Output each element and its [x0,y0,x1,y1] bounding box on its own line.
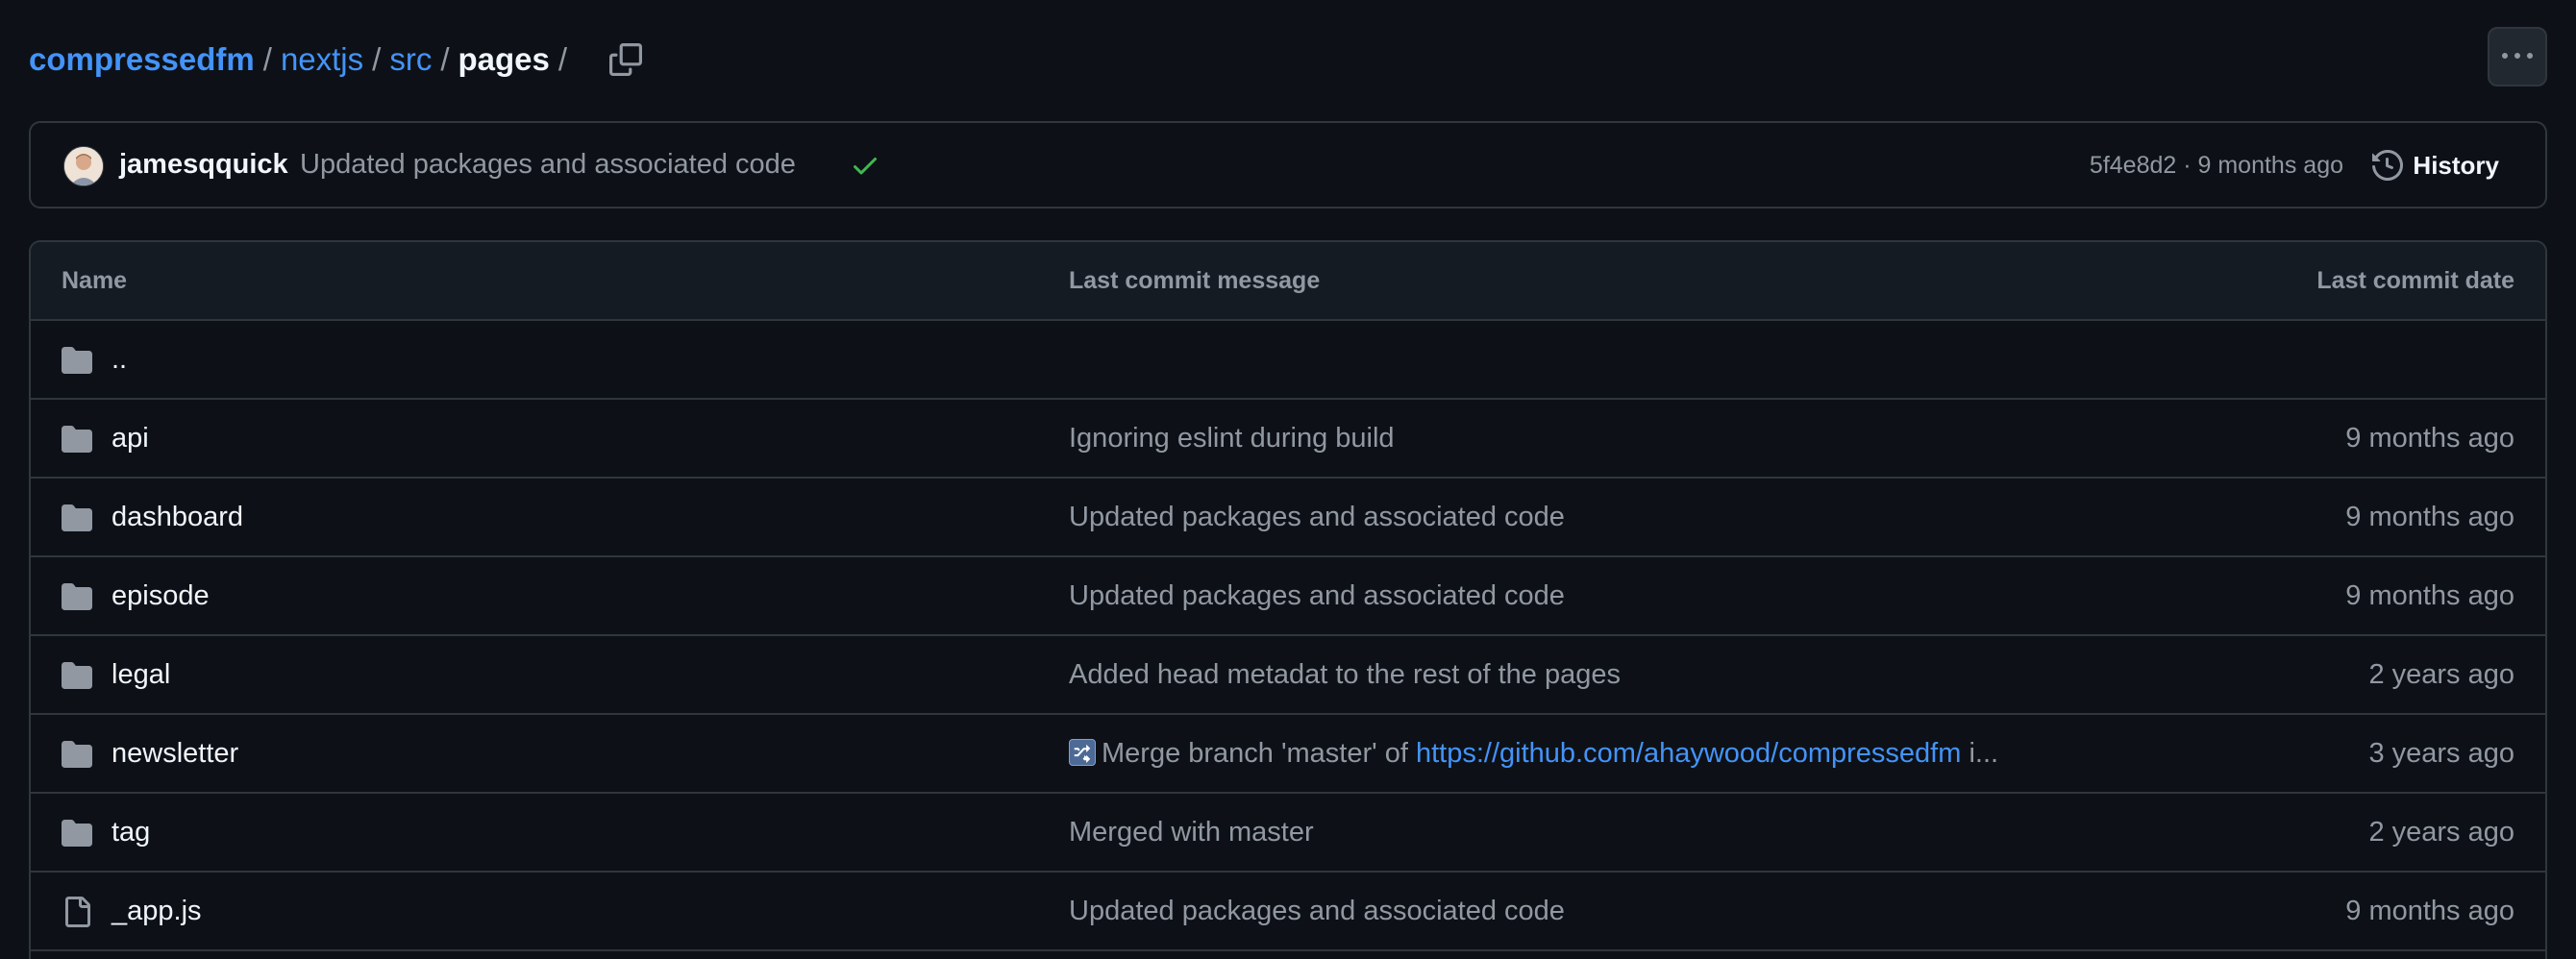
breadcrumb-src-link[interactable]: src [389,38,432,81]
copy-path-button[interactable] [605,38,647,81]
file-name-link[interactable]: episode [111,557,210,634]
commit-message-link[interactable]: Updated packages and associated code [1069,479,1565,555]
column-header-name: Name [62,267,128,294]
breadcrumb-current: pages [458,41,550,77]
commit-message-truncated: i... [1961,738,1999,769]
breadcrumb-separator: / [440,41,450,77]
file-name-link[interactable]: tag [111,794,150,871]
folder-icon [62,426,92,453]
file-icon [65,897,90,927]
commit-date: 9 months ago [2345,896,2514,926]
breadcrumb-repo-link[interactable]: compressedfm [29,38,255,81]
file-name-link[interactable]: legal [111,636,170,713]
table-header: Name Last commit message Last commit dat… [31,242,2545,321]
column-header-message: Last commit message [1069,267,1321,294]
avatar[interactable] [63,146,104,186]
table-row[interactable]: legal Added head metadat to the rest of … [31,636,2545,715]
table-row[interactable]: dashboard Updated packages and associate… [31,479,2545,557]
folder-icon [62,347,92,374]
table-row[interactable]: episode Updated packages and associated … [31,557,2545,636]
commit-message-url-link[interactable]: https://github.com/ahaywood/compressedfm [1416,738,1961,769]
breadcrumb-separator: / [262,41,272,77]
commit-message-link[interactable]: Updated packages and associated code [300,145,796,184]
breadcrumb-bar: compressedfm / nextjs / src / pages / [29,27,2547,94]
folder-icon [62,662,92,689]
file-table: Name Last commit message Last commit dat… [29,240,2547,959]
more-options-button[interactable] [2488,27,2547,86]
file-name-link[interactable]: dashboard [111,479,243,555]
breadcrumb-nextjs-link[interactable]: nextjs [281,38,363,81]
table-row[interactable]: tag Merged with master 2 years ago [31,794,2545,873]
check-icon[interactable] [850,150,880,181]
column-header-date: Last commit date [2316,267,2514,294]
commit-date: 9 months ago [2345,502,2514,532]
commit-date: 9 months ago [2345,580,2514,611]
repo-file-browser: compressedfm / nextjs / src / pages / ja… [0,0,2576,959]
breadcrumb: compressedfm / nextjs / src / pages / [29,38,647,81]
commit-message-text: Merge branch 'master' of [1102,738,1416,769]
kebab-horizontal-icon [2502,53,2533,59]
history-button[interactable]: History [2372,144,2499,186]
folder-icon [62,504,92,531]
table-row[interactable]: api Ignoring eslint during build 9 month… [31,400,2545,479]
commit-date: 2 years ago [2368,659,2514,690]
commit-message-link[interactable]: Updated packages and associated code [1069,557,1565,634]
commit-sha-time[interactable]: 5f4e8d2 · 9 months ago [2090,147,2343,184]
history-icon [2372,150,2404,181]
history-label: History [2413,150,2499,180]
folder-icon [62,583,92,610]
commit-message-link[interactable]: Ignoring eslint during build [1069,400,1395,477]
folder-icon [62,741,92,768]
file-name-link[interactable]: _app.js [111,873,202,949]
folder-icon [62,820,92,847]
commit-date: 9 months ago [2345,423,2514,454]
commit-message-link[interactable]: Merge branch 'master' of https://github.… [1069,715,1998,792]
commit-author-link[interactable]: jamesqquick [119,145,288,184]
table-row-parent[interactable]: .. [31,321,2545,400]
table-row[interactable]: newsletter Merge branch 'master' of http… [31,715,2545,794]
commit-date: 3 years ago [2368,738,2514,769]
table-row[interactable]: _app.js Updated packages and associated … [31,873,2545,951]
latest-commit-box: jamesqquick Updated packages and associa… [29,121,2547,209]
breadcrumb-separator: / [557,41,568,77]
commit-message-link[interactable]: Added head metadat to the rest of the pa… [1069,636,1621,713]
copy-icon [609,43,643,76]
commit-date: 2 years ago [2368,817,2514,848]
commit-message-link[interactable]: Merged with master [1069,794,1314,871]
commit-message-link[interactable]: Updated packages and associated code [1069,873,1565,949]
breadcrumb-separator: / [372,41,382,77]
shuffle-emoji-icon [1069,739,1096,766]
file-name-link[interactable]: api [111,400,149,477]
parent-directory-link[interactable]: .. [111,321,127,398]
file-name-link[interactable]: newsletter [111,715,238,792]
